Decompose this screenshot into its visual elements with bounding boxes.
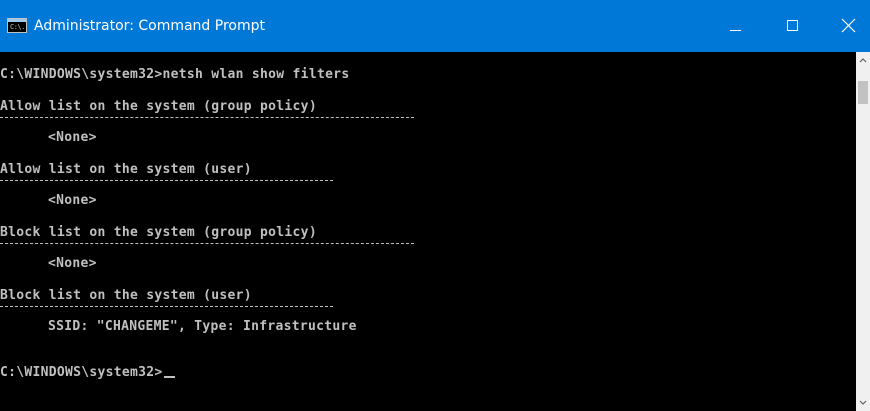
console-line-allow-user-heading: Allow list on the system (user) (0, 162, 252, 177)
chevron-up-icon[interactable] (856, 52, 870, 69)
heading-underline (0, 117, 414, 118)
console-line-block-user-heading: Block list on the system (user) (0, 288, 252, 303)
chevron-down-icon[interactable] (856, 394, 870, 411)
maximize-icon (787, 20, 798, 31)
console-line-block-group-policy-heading: Block list on the system (group policy) (0, 225, 317, 240)
cmd-icon-text: C:\. (10, 23, 25, 31)
text-cursor (163, 376, 175, 378)
cmd-icon-bar (8, 19, 26, 22)
console-line-allow-group-policy-value: <None> (48, 130, 97, 145)
console-output[interactable]: C:\WINDOWS\system32>netsh wlan show filt… (0, 52, 856, 411)
title-bar[interactable]: C:\. Administrator: Command Prompt (0, 0, 870, 52)
console-line-allow-user-value: <None> (48, 193, 97, 208)
vertical-scrollbar[interactable] (856, 52, 870, 411)
console-line-prompt: C:\WINDOWS\system32> (0, 365, 175, 381)
scrollbar-thumb[interactable] (858, 81, 868, 104)
cmd-icon[interactable]: C:\. (7, 18, 27, 33)
console-line-allow-group-policy-heading: Allow list on the system (group policy) (0, 99, 317, 114)
console-line-block-group-policy-value: <None> (48, 256, 97, 271)
heading-underline (0, 243, 414, 244)
close-button[interactable] (826, 6, 870, 46)
command-prompt-window: C:\. Administrator: Command Prompt C:\WI… (0, 0, 870, 411)
maximize-button[interactable] (770, 6, 816, 46)
minimize-icon (730, 30, 741, 31)
heading-underline (0, 306, 333, 307)
heading-underline (0, 180, 333, 181)
prompt-text: C:\WINDOWS\system32> (0, 365, 163, 380)
console-line-command: C:\WINDOWS\system32>netsh wlan show filt… (0, 67, 350, 82)
window-title: Administrator: Command Prompt (34, 18, 265, 34)
minimize-button[interactable] (712, 6, 758, 46)
close-icon (841, 18, 856, 33)
console-line-block-user-value: SSID: "CHANGEME", Type: Infrastructure (48, 319, 357, 334)
